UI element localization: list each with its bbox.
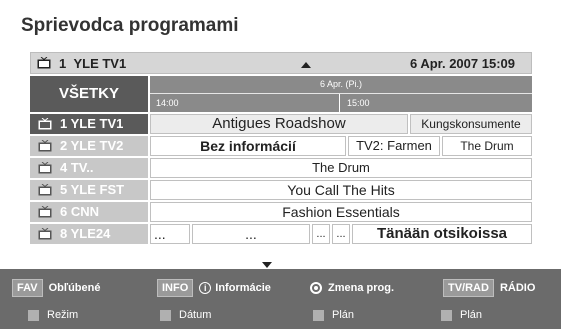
rezim-label: Režim	[47, 309, 79, 321]
program-cell[interactable]: Bez informácií	[150, 136, 346, 156]
program-cell[interactable]: The Drum	[442, 136, 532, 156]
timeline-times: 14:00 15:00	[150, 94, 532, 112]
channel-number: 6	[60, 204, 68, 219]
tv-set-icon	[38, 140, 52, 152]
channel-cell[interactable]: 4 TV..	[30, 158, 148, 178]
zmena-label: Zmena prog.	[328, 282, 395, 294]
channel-name: YLE24	[70, 226, 111, 241]
legend-plan-2[interactable]: Plán	[441, 305, 482, 325]
legend-rezim[interactable]: Režim	[28, 305, 78, 325]
channel-name: CNN	[70, 204, 100, 219]
plan-label: Plán	[332, 309, 355, 321]
channel-label: 8 YLE24	[60, 226, 110, 242]
header-channel-name: YLE TV1	[73, 56, 127, 71]
channel-number: 4	[60, 160, 68, 175]
radio-label: RÁDIO	[499, 282, 536, 294]
tvrad-key: TV/RAD	[443, 279, 494, 298]
program-cell[interactable]: ...	[312, 224, 330, 244]
channel-row-yle-fst[interactable]: 5 YLE FST You Call The Hits	[30, 180, 532, 200]
fav-label: Obľúbené	[48, 282, 101, 294]
channel-row-yle24[interactable]: 8 YLE24 ... ... ... ... Tänään otsikoiss…	[30, 224, 532, 244]
ok-radio-icon	[310, 282, 322, 295]
current-channel-header: 1 YLE TV1 6 Apr. 2007 15:09	[30, 52, 532, 74]
tv-set-icon	[37, 57, 51, 69]
program-guide-screen: Sprievodca programami 1 YLE TV1 6 Apr. 2…	[0, 0, 561, 329]
channel-number: 2	[60, 138, 68, 153]
channel-cell[interactable]: 2 YLE TV2	[30, 136, 148, 156]
program-cell[interactable]: Fashion Essentials	[150, 202, 532, 222]
plan-label: Plán	[460, 309, 483, 321]
header-channel-number: 1	[59, 56, 67, 71]
info-key: INFO	[157, 279, 194, 298]
channel-cell[interactable]: 5 YLE FST	[30, 180, 148, 200]
timeline-time-slot: 14:00	[150, 94, 340, 112]
channel-label: 5 YLE FST	[60, 182, 124, 198]
channel-number: 8	[60, 226, 68, 241]
channel-label: 6 CNN	[60, 204, 99, 220]
down-arrow-icon[interactable]	[262, 262, 272, 268]
color-key-icon	[28, 309, 39, 321]
datum-label: Dátum	[179, 309, 212, 321]
info-icon: i	[199, 282, 212, 295]
color-key-icon	[160, 309, 171, 321]
timeline-date: 6 Apr. (Pi.)	[150, 76, 532, 93]
channel-number: 1	[60, 116, 68, 131]
channel-cell[interactable]: 1 YLE TV1	[30, 114, 148, 134]
program-cell[interactable]: ...	[192, 224, 310, 244]
timeline: 6 Apr. (Pi.) 14:00 15:00	[150, 76, 532, 112]
channel-row-yle-tv1[interactable]: 1 YLE TV1 Antigues Roadshow Kungskonsume…	[30, 114, 532, 134]
channel-label: 4 TV..	[60, 160, 94, 176]
header-datetime: 6 Apr. 2007 15:09	[409, 56, 515, 71]
page-title: Sprievodca programami	[21, 15, 239, 36]
channel-number: 5	[60, 182, 68, 197]
program-cell[interactable]: ...	[332, 224, 350, 244]
channel-cell[interactable]: 6 CNN	[30, 202, 148, 222]
tv-set-icon	[38, 228, 52, 240]
color-key-icon	[441, 309, 452, 321]
channel-filter-all[interactable]: VŠETKY	[30, 76, 148, 112]
program-cell[interactable]: You Call The Hits	[150, 180, 532, 200]
program-cell[interactable]: TV2: Farmen	[348, 136, 440, 156]
tv-set-icon	[38, 206, 52, 218]
legend-zmena[interactable]: Zmena prog.	[310, 278, 394, 298]
legend-tvrad[interactable]: TV/RAD RÁDIO	[443, 278, 535, 298]
info-label: Informácie	[215, 282, 271, 294]
header-channel: 1 YLE TV1	[59, 56, 126, 72]
epg-panel: 1 YLE TV1 6 Apr. 2007 15:09 VŠETKY 6 Apr…	[28, 48, 534, 258]
program-cell[interactable]: Kungskonsumente	[410, 114, 532, 134]
channel-row-yle-tv2[interactable]: 2 YLE TV2 Bez informácií TV2: Farmen The…	[30, 136, 532, 156]
channel-row-cnn[interactable]: 6 CNN Fashion Essentials	[30, 202, 532, 222]
channel-cell[interactable]: 8 YLE24	[30, 224, 148, 244]
legend-fav[interactable]: FAV Obľúbené	[12, 278, 100, 298]
tv-set-icon	[38, 162, 52, 174]
legend-plan[interactable]: Plán	[313, 305, 354, 325]
tv-set-icon	[38, 184, 52, 196]
channel-name: TV..	[70, 160, 94, 175]
timeline-time-slot: 15:00	[347, 98, 370, 108]
program-cell[interactable]: ...	[150, 224, 190, 244]
fav-key: FAV	[12, 279, 43, 298]
program-cell[interactable]: Tänään otsikoissa	[352, 224, 532, 244]
legend-datum[interactable]: Dátum	[160, 305, 211, 325]
channel-name: YLE FST	[70, 182, 125, 197]
program-cell[interactable]: The Drum	[150, 158, 532, 178]
legend-info[interactable]: INFO i Informácie	[157, 278, 271, 298]
color-key-icon	[313, 309, 324, 321]
channel-name: YLE TV1	[70, 116, 124, 131]
channel-name: YLE TV2	[70, 138, 124, 153]
program-cell[interactable]: Antigues Roadshow	[150, 114, 408, 134]
channel-label: 1 YLE TV1	[60, 116, 123, 132]
channel-label: 2 YLE TV2	[60, 138, 123, 154]
key-legend-bar: FAV Obľúbené INFO i Informácie Zmena prog. …	[0, 269, 561, 329]
tv-set-icon	[38, 118, 52, 130]
channel-row-tv[interactable]: 4 TV.. The Drum	[30, 158, 532, 178]
up-arrow-icon[interactable]	[301, 62, 311, 68]
